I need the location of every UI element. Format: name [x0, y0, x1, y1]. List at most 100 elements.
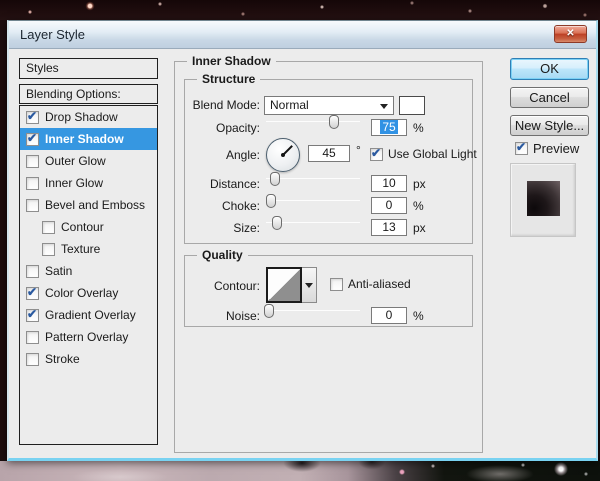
sidebar-item-outer-glow[interactable]: Outer Glow — [20, 150, 157, 172]
structure-group: Structure Blend Mode: Normal Opacity: 75… — [184, 79, 473, 244]
sidebar-item-label: Stroke — [45, 352, 80, 366]
sidebar-item-color-overlay[interactable]: Color Overlay — [20, 282, 157, 304]
opacity-slider-thumb[interactable] — [329, 115, 339, 129]
sidebar-item-stroke[interactable]: Stroke — [20, 348, 157, 370]
inner-shadow-preview-square — [527, 181, 560, 216]
angle-label: Angle: — [185, 148, 260, 162]
noise-slider-thumb[interactable] — [264, 304, 274, 318]
blend-mode-select[interactable]: Normal — [264, 96, 394, 115]
angle-input[interactable]: 45 — [308, 145, 350, 162]
pattern-overlay-checkbox[interactable] — [26, 331, 39, 344]
size-slider-thumb[interactable] — [272, 216, 282, 230]
distance-slider-thumb[interactable] — [270, 172, 280, 186]
size-unit: px — [413, 221, 426, 235]
inner-glow-checkbox[interactable] — [26, 177, 39, 190]
size-slider[interactable] — [266, 216, 360, 230]
sidebar-item-satin[interactable]: Satin — [20, 260, 157, 282]
drop-shadow-checkbox[interactable] — [26, 111, 39, 124]
sidebar-item-bevel-and-emboss[interactable]: Bevel and Emboss — [20, 194, 157, 216]
close-button[interactable]: ✕ — [554, 25, 587, 43]
slider-track — [264, 310, 360, 311]
opacity-value: 75 — [380, 120, 397, 134]
use-global-light-checkbox[interactable] — [370, 148, 383, 161]
slider-track — [266, 200, 360, 201]
contour-label: Contour: — [185, 279, 260, 293]
sidebar-item-drop-shadow[interactable]: Drop Shadow — [20, 106, 157, 128]
opacity-input[interactable]: 75 — [371, 119, 407, 136]
stroke-checkbox[interactable] — [26, 353, 39, 366]
styles-header: Styles — [19, 58, 158, 79]
opacity-unit: % — [413, 121, 424, 135]
size-input[interactable]: 13 — [371, 219, 407, 236]
noise-slider[interactable] — [264, 304, 360, 318]
panel-title: Inner Shadow — [187, 54, 276, 68]
use-global-light-label: Use Global Light — [388, 147, 477, 161]
gradient-overlay-checkbox[interactable] — [26, 309, 39, 322]
sidebar-item-pattern-overlay[interactable]: Pattern Overlay — [20, 326, 157, 348]
sidebar-item-label: Gradient Overlay — [45, 308, 136, 322]
effect-preview-thumbnail — [510, 163, 576, 237]
noise-unit: % — [413, 309, 424, 323]
sidebar-item-label: Drop Shadow — [45, 110, 118, 124]
sidebar-item-label: Texture — [61, 242, 100, 256]
contour-checkbox[interactable] — [42, 221, 55, 234]
blend-mode-value: Normal — [270, 98, 309, 112]
choke-slider[interactable] — [266, 194, 360, 208]
sidebar-item-gradient-overlay[interactable]: Gradient Overlay — [20, 304, 157, 326]
sidebar-item-inner-glow[interactable]: Inner Glow — [20, 172, 157, 194]
preview-row[interactable]: Preview — [515, 141, 579, 156]
cancel-button[interactable]: Cancel — [510, 87, 589, 108]
sidebar-item-texture[interactable]: Texture — [20, 238, 157, 260]
texture-checkbox[interactable] — [42, 243, 55, 256]
choke-slider-thumb[interactable] — [266, 194, 276, 208]
distance-slider[interactable] — [266, 172, 360, 186]
contour-picker[interactable] — [266, 267, 302, 303]
nebula-bottom — [0, 461, 600, 481]
preview-label: Preview — [533, 141, 579, 156]
outer-glow-checkbox[interactable] — [26, 155, 39, 168]
sidebar-item-inner-shadow[interactable]: Inner Shadow — [20, 128, 157, 150]
noise-input[interactable]: 0 — [371, 307, 407, 324]
anti-aliased-checkbox[interactable] — [330, 278, 343, 291]
angle-value: 45 — [322, 146, 335, 160]
styles-list: Drop Shadow Inner Shadow Outer Glow Inne… — [19, 105, 158, 445]
choke-input[interactable]: 0 — [371, 197, 407, 214]
dialog-title: Layer Style — [20, 27, 85, 42]
inner-shadow-checkbox[interactable] — [26, 133, 39, 146]
sidebar-item-label: Color Overlay — [45, 286, 118, 300]
sidebar-item-label: Inner Shadow — [45, 132, 124, 146]
noise-label: Noise: — [185, 309, 260, 323]
angle-unit: ° — [356, 143, 361, 157]
quality-group: Quality Contour: Anti-aliased Noise: 0 % — [184, 255, 473, 327]
slider-track — [266, 178, 360, 179]
use-global-light-row[interactable]: Use Global Light — [370, 147, 477, 161]
contour-dropdown-arrow[interactable] — [302, 267, 317, 303]
ok-button[interactable]: OK — [510, 58, 589, 80]
distance-input[interactable]: 10 — [371, 175, 407, 192]
preview-checkbox[interactable] — [515, 142, 528, 155]
distance-label: Distance: — [185, 177, 260, 191]
close-icon: ✕ — [566, 28, 574, 39]
sidebar-item-label: Outer Glow — [45, 154, 106, 168]
titlebar[interactable]: Layer Style ✕ — [9, 21, 596, 49]
satin-checkbox[interactable] — [26, 265, 39, 278]
anti-aliased-row[interactable]: Anti-aliased — [330, 277, 411, 291]
chevron-down-icon — [380, 104, 388, 109]
blending-options-item[interactable]: Blending Options: Default — [19, 84, 158, 104]
sidebar-item-label: Pattern Overlay — [45, 330, 128, 344]
angle-dial[interactable] — [266, 138, 300, 172]
inner-shadow-panel: Inner Shadow Structure Blend Mode: Norma… — [174, 61, 483, 453]
structure-title: Structure — [197, 72, 260, 86]
sidebar-item-contour[interactable]: Contour — [20, 216, 157, 238]
shadow-color-swatch[interactable] — [399, 96, 425, 115]
noise-value: 0 — [386, 308, 393, 322]
layer-style-dialog: Layer Style ✕ Styles Blending Options: D… — [7, 20, 598, 461]
choke-label: Choke: — [185, 199, 260, 213]
starfield-top — [0, 0, 600, 20]
sidebar-item-label: Contour — [61, 220, 104, 234]
distance-value: 10 — [382, 176, 395, 190]
opacity-slider[interactable] — [266, 115, 360, 129]
bevel-and-emboss-checkbox[interactable] — [26, 199, 39, 212]
new-style-button[interactable]: New Style... — [510, 115, 589, 136]
color-overlay-checkbox[interactable] — [26, 287, 39, 300]
